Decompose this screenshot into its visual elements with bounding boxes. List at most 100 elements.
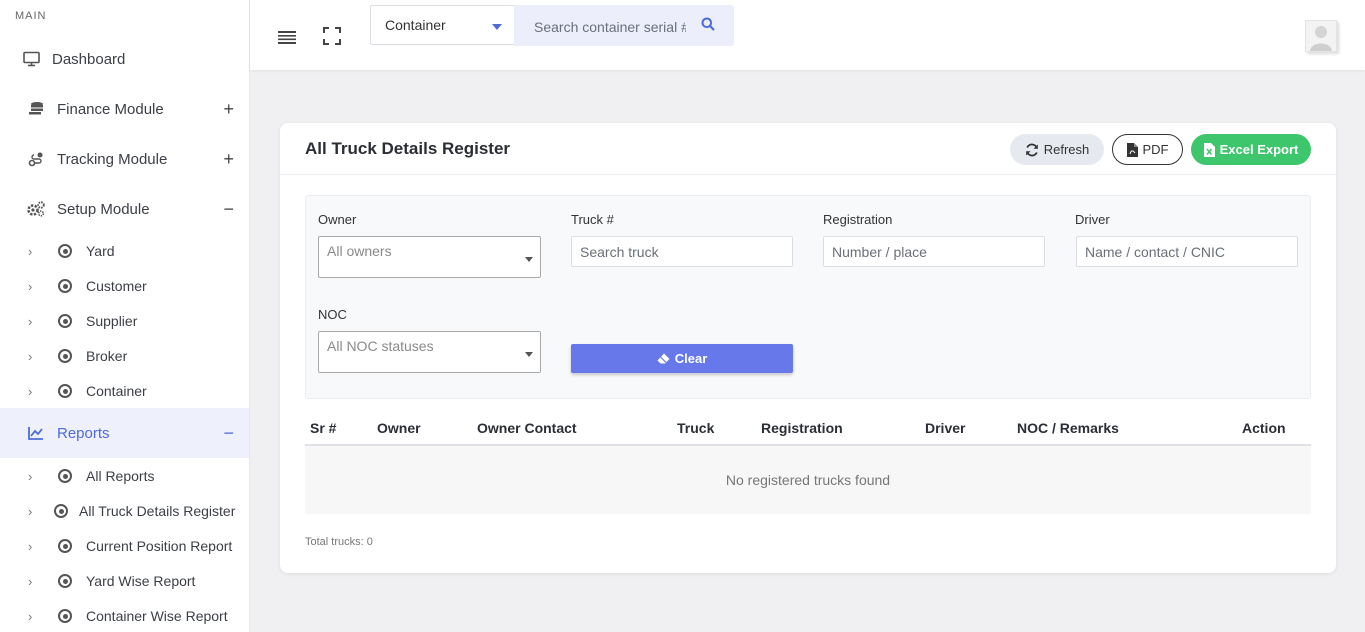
sidebar-subitem-container[interactable]: › Container — [0, 376, 249, 406]
circle-dot-icon — [58, 469, 72, 483]
pdf-button[interactable]: PDF — [1112, 134, 1183, 165]
sidebar-subitem-label: Yard Wise Report — [86, 573, 196, 589]
search-icon[interactable] — [701, 17, 719, 35]
sidebar-subitem-label: Container — [86, 383, 147, 399]
sidebar-subitem-label: All Reports — [86, 468, 155, 484]
circle-dot-icon — [58, 349, 72, 363]
circle-dot-icon — [58, 279, 72, 293]
sidebar-subitem-current-position[interactable]: › Current Position Report — [0, 531, 249, 561]
sidebar-subitem-container-wise[interactable]: › Container Wise Report — [0, 601, 249, 631]
registration-input[interactable] — [823, 236, 1045, 267]
coins-icon — [25, 98, 47, 120]
route-icon — [25, 148, 47, 170]
search-type-select[interactable]: Container — [370, 5, 515, 45]
noc-label: NOC — [318, 307, 347, 322]
owner-label: Owner — [318, 212, 357, 227]
sidebar-item-label: Tracking Module — [57, 150, 168, 168]
card-divider — [280, 174, 1336, 175]
search-bar — [514, 5, 734, 48]
chevron-right-icon: › — [28, 383, 33, 399]
topbar: Container — [250, 0, 1365, 70]
sidebar-item-label: Finance Module — [57, 100, 164, 118]
avatar[interactable] — [1305, 20, 1337, 52]
chevron-right-icon: › — [28, 348, 33, 364]
refresh-label: Refresh — [1043, 142, 1090, 157]
sidebar-subitem-yard[interactable]: › Yard — [0, 236, 249, 266]
noc-select[interactable]: All NOC statuses — [318, 331, 541, 373]
sidebar-item-setup[interactable]: Setup Module − — [0, 190, 249, 228]
circle-dot-icon — [58, 609, 72, 623]
chevron-right-icon: › — [28, 313, 33, 329]
sidebar-subitem-broker[interactable]: › Broker — [0, 341, 249, 371]
circle-dot-icon — [58, 314, 72, 328]
menu-icon[interactable] — [278, 28, 296, 49]
excel-export-button[interactable]: Excel Export — [1191, 134, 1311, 165]
sidebar-subitem-label: Supplier — [86, 313, 138, 329]
sidebar-subitem-all-truck-details[interactable]: › All Truck Details Register — [0, 496, 249, 526]
clear-label: Clear — [674, 351, 708, 366]
chevron-right-icon: › — [28, 573, 33, 589]
file-pdf-icon — [1126, 142, 1138, 157]
sidebar-item-label: Reports — [57, 424, 110, 442]
search-input[interactable] — [514, 5, 694, 48]
clear-button[interactable]: Clear — [571, 344, 793, 373]
chevron-right-icon: › — [28, 608, 33, 624]
chevron-right-icon: › — [28, 538, 33, 554]
collapse-icon[interactable]: − — [223, 423, 234, 444]
pdf-label: PDF — [1142, 142, 1169, 157]
expand-icon[interactable]: + — [223, 99, 234, 120]
table-empty-row: No registered trucks found — [305, 446, 1311, 514]
column-header-truck: Truck — [677, 420, 715, 436]
empty-message: No registered trucks found — [725, 472, 891, 488]
sidebar-subitem-customer[interactable]: › Customer — [0, 271, 249, 301]
sidebar-subitem-yard-wise[interactable]: › Yard Wise Report — [0, 566, 249, 596]
page-title: All Truck Details Register — [305, 139, 511, 158]
driver-input[interactable] — [1076, 236, 1298, 267]
sidebar-subitem-label: All Truck Details Register — [79, 503, 236, 519]
caret-down-icon — [492, 24, 502, 30]
sidebar-subitem-label: Yard — [86, 243, 115, 259]
sidebar-subitem-label: Container Wise Report — [86, 608, 228, 624]
total-count: Total trucks: 0 — [305, 536, 373, 548]
collapse-icon[interactable]: − — [223, 199, 234, 220]
registration-label: Registration — [823, 212, 893, 227]
noc-select-value: All NOC statuses — [327, 338, 434, 354]
truck-register-card: All Truck Details Register Refresh PDF E… — [280, 123, 1336, 573]
sidebar-item-finance[interactable]: Finance Module + — [0, 90, 249, 128]
chevron-right-icon: › — [28, 243, 33, 259]
search-type-value: Container — [385, 17, 446, 33]
column-header-owner-contact: Owner Contact — [477, 420, 577, 436]
sidebar-subitem-all-reports[interactable]: › All Reports — [0, 461, 249, 491]
sidebar-item-tracking[interactable]: Tracking Module + — [0, 140, 249, 178]
refresh-button[interactable]: Refresh — [1010, 134, 1104, 165]
driver-label: Driver — [1075, 212, 1110, 227]
owner-select-value: All owners — [327, 243, 392, 259]
sidebar-subitem-label: Current Position Report — [86, 538, 233, 554]
sidebar-subitem-label: Customer — [86, 278, 147, 294]
fullscreen-icon[interactable] — [323, 27, 341, 50]
circle-dot-icon — [58, 574, 72, 588]
owner-select[interactable]: All owners — [318, 236, 541, 278]
chevron-right-icon: › — [28, 278, 33, 294]
sidebar-item-dashboard[interactable]: Dashboard — [0, 40, 249, 78]
circle-dot-icon — [58, 244, 72, 258]
chevron-right-icon: › — [28, 468, 33, 484]
sidebar-item-label: Dashboard — [52, 50, 126, 68]
expand-icon[interactable]: + — [223, 149, 234, 170]
column-header-owner: Owner — [377, 420, 421, 436]
chevron-right-icon: › — [28, 503, 33, 519]
caret-down-icon — [525, 257, 533, 262]
sidebar-item-reports[interactable]: Reports − — [0, 408, 249, 458]
circle-dot-icon — [58, 384, 72, 398]
circle-dot-icon — [58, 539, 72, 553]
sidebar-subitem-supplier[interactable]: › Supplier — [0, 306, 249, 336]
truck-search-input[interactable] — [571, 236, 793, 267]
caret-down-icon — [525, 352, 533, 357]
refresh-icon — [1025, 143, 1039, 157]
truck-label: Truck # — [571, 212, 614, 227]
sidebar-subitem-label: Broker — [86, 348, 128, 364]
column-header-action: Action — [1242, 420, 1286, 436]
sidebar: MAIN Dashboard Finance Module + Tracking… — [0, 0, 250, 632]
sidebar-item-label: Setup Module — [57, 200, 150, 218]
monitor-icon — [20, 48, 42, 70]
